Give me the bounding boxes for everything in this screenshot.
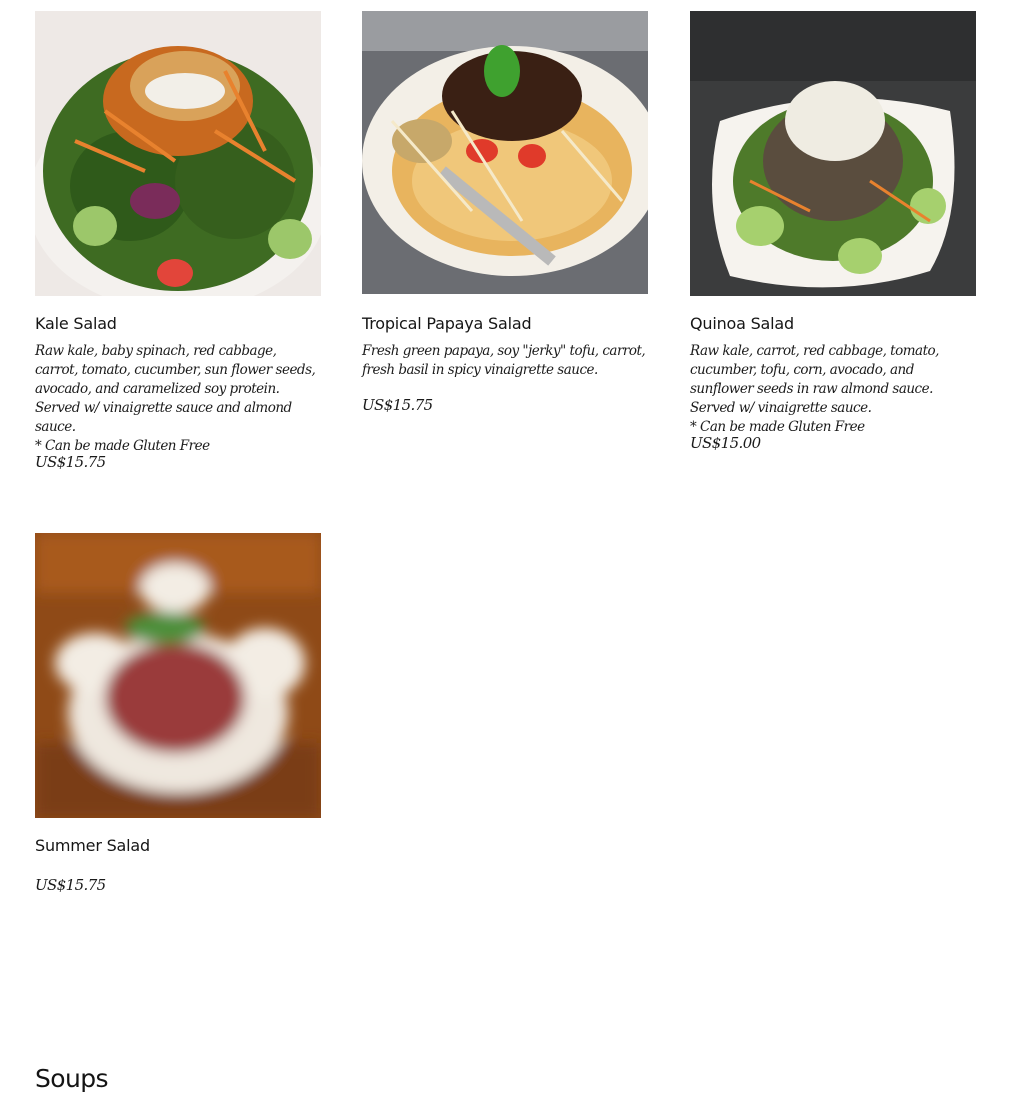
menu-item-name[interactable]: Tropical Papaya Salad	[362, 314, 532, 333]
menu-item-price: US$15.75	[35, 453, 106, 471]
menu-item-quinoa-salad[interactable]: Quinoa Salad Raw kale, carrot, red cabba…	[690, 11, 976, 452]
menu-item-description: Raw kale, baby spinach, red cabbage, car…	[35, 343, 316, 454]
menu-item-tropical-papaya-salad[interactable]: Tropical Papaya Salad Fresh green papaya…	[362, 11, 648, 414]
menu-item-price: US$15.75	[35, 876, 106, 894]
menu-item-name[interactable]: Kale Salad	[35, 314, 117, 333]
tropical-papaya-salad-photo[interactable]	[362, 11, 648, 294]
section-title-soups: Soups	[35, 1064, 109, 1093]
menu-item-summer-salad[interactable]: Summer Salad US$15.75	[35, 533, 321, 894]
menu-item-price: US$15.00	[690, 434, 761, 452]
summer-salad-photo[interactable]	[35, 533, 321, 818]
menu-item-name[interactable]: Quinoa Salad	[690, 314, 794, 333]
quinoa-salad-photo[interactable]	[690, 11, 976, 296]
menu-item-price: US$15.75	[362, 396, 433, 414]
menu-item-kale-salad[interactable]: Kale Salad Raw kale, baby spinach, red c…	[35, 11, 321, 471]
menu-item-description: Fresh green papaya, soy "jerky" tofu, ca…	[362, 343, 646, 378]
menu-item-description: Raw kale, carrot, red cabbage, tomato, c…	[690, 343, 939, 435]
menu-item-name[interactable]: Summer Salad	[35, 836, 150, 855]
kale-salad-photo[interactable]	[35, 11, 321, 296]
